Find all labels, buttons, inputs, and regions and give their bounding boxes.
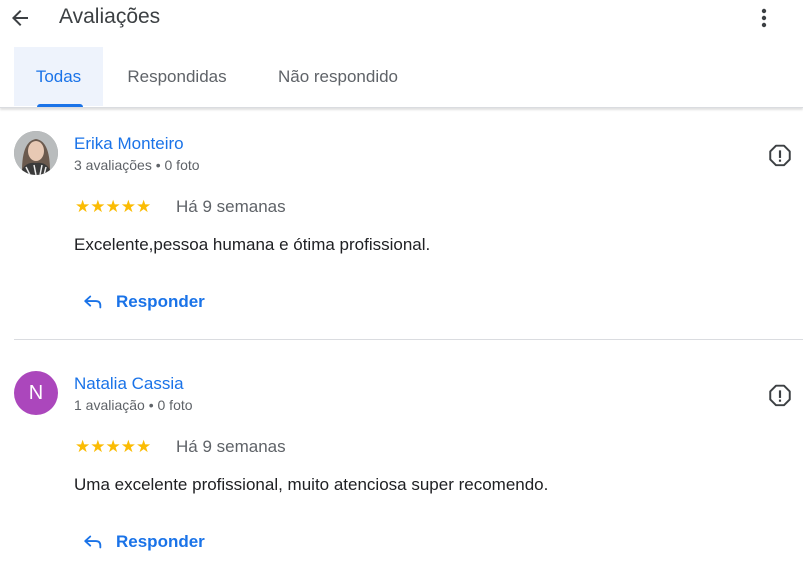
star-rating: ★★★★★ [75,197,152,216]
review-text: Excelente,pessoa humana e ótima profissi… [74,235,431,254]
tab-todas[interactable]: Todas [14,47,103,106]
page-title: Avaliações [59,5,161,28]
app-header: Avaliações [0,0,803,36]
star-rating: ★★★★★ [75,437,152,456]
reply-icon [84,535,102,549]
reviewer-meta: 1 avaliação • 0 foto [74,397,193,413]
arrow-left-icon [12,10,28,26]
report-button[interactable] [766,142,794,170]
report-icon [769,144,791,167]
avatar[interactable]: N [14,371,58,415]
report-icon [769,384,791,407]
more-options-button[interactable] [752,4,776,32]
filter-tabs: Todas Respondidas Não respondido [0,47,803,108]
reviewer-name[interactable]: Erika Monteiro [74,134,184,154]
review-divider [14,339,803,340]
review-time: Há 9 semanas [176,437,286,456]
reply-label: Responder [116,292,205,311]
reply-button[interactable]: Responder [82,526,205,558]
reviewer-name[interactable]: Natalia Cassia [74,374,184,394]
reply-icon [84,295,102,309]
reply-label: Responder [116,532,205,551]
report-button[interactable] [766,382,794,410]
review-text: Uma excelente profissional, muito atenci… [74,475,549,494]
more-vert-icon [761,8,767,28]
active-tab-indicator [37,104,83,107]
reply-button[interactable]: Responder [82,286,205,318]
back-button[interactable] [6,4,34,32]
tab-respondidas[interactable]: Respondidas [113,47,241,106]
tab-nao-respondido[interactable]: Não respondido [261,47,415,106]
review-time: Há 9 semanas [176,197,286,216]
user-photo-icon [14,131,58,175]
reviewer-meta: 3 avaliações • 0 foto [74,157,200,173]
avatar[interactable] [14,131,58,175]
